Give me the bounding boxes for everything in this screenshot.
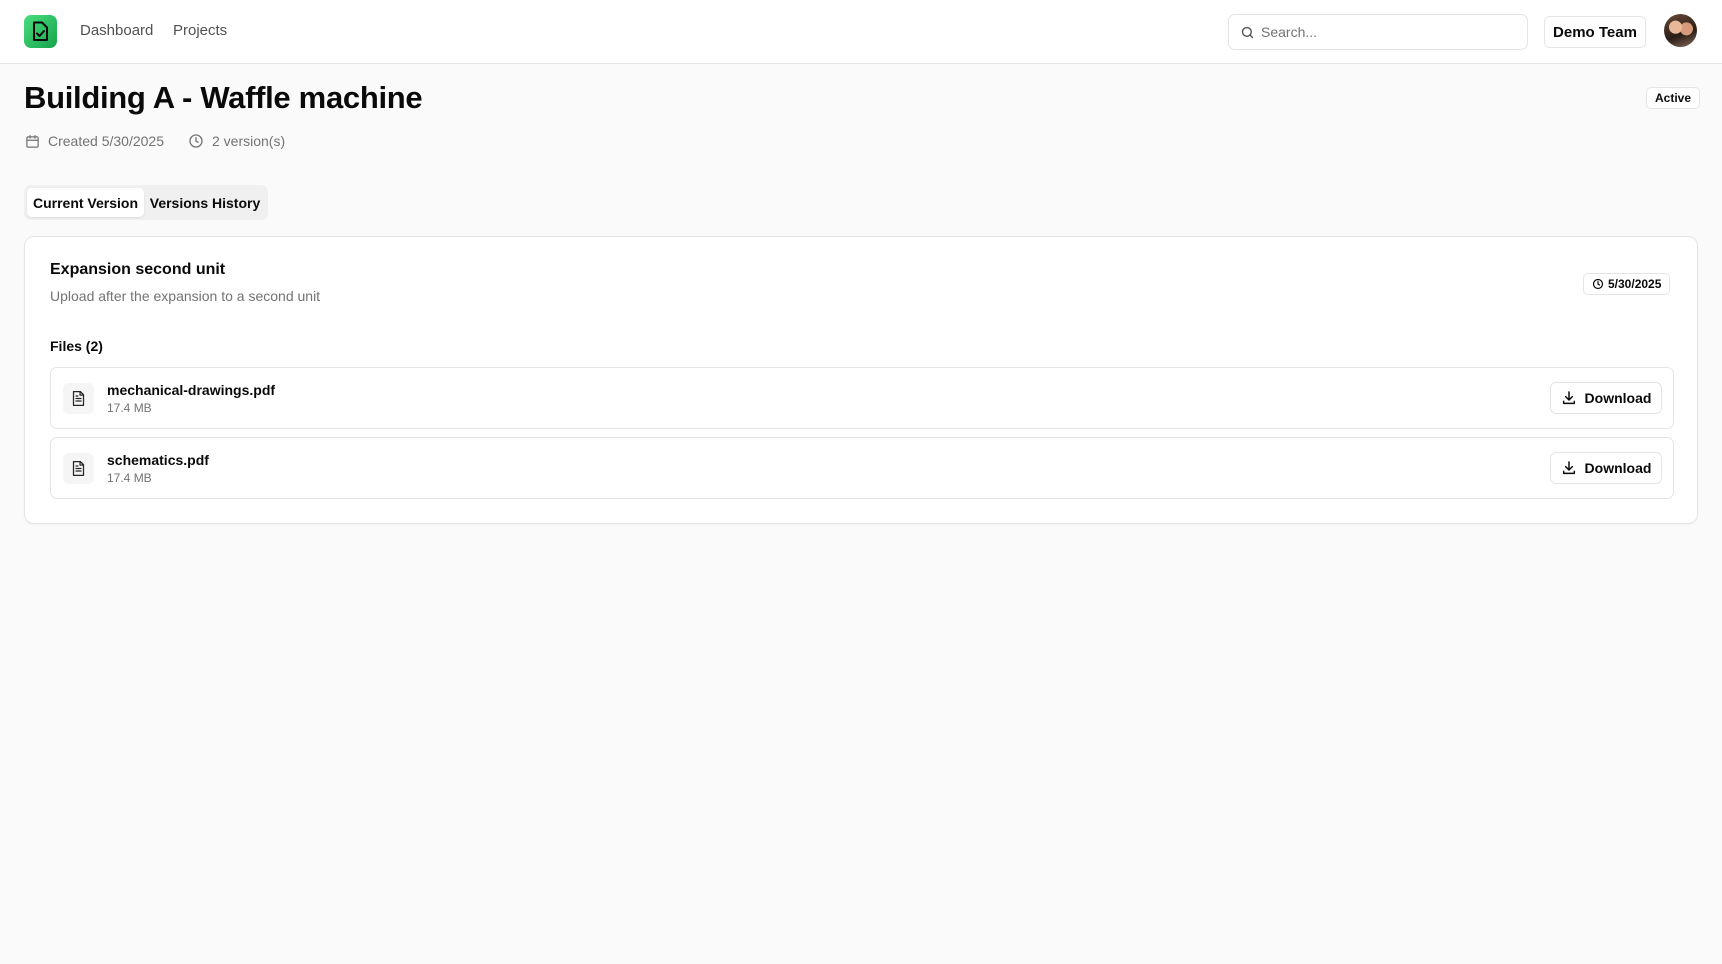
search-input[interactable] [1261, 15, 1521, 49]
current-version-card: Expansion second unit Upload after the e… [24, 236, 1698, 524]
nav-dashboard-link[interactable]: Dashboard [80, 22, 153, 39]
user-avatar[interactable] [1664, 14, 1697, 47]
download-icon [1562, 391, 1575, 405]
tab-current-version[interactable]: Current Version [27, 188, 144, 217]
version-date-badge: 5/30/2025 [1583, 273, 1671, 295]
team-selector-button[interactable]: Demo Team [1544, 16, 1646, 48]
version-title: Expansion second unit [50, 261, 226, 278]
version-tabs: Current Version Versions History [24, 185, 268, 220]
calendar-icon [26, 134, 39, 148]
file-icon-container [63, 383, 94, 414]
search-icon [1241, 26, 1254, 39]
document-check-icon [33, 21, 48, 41]
app-logo[interactable] [24, 15, 57, 48]
file-row: mechanical-drawings.pdf 17.4 MB Download [50, 367, 1674, 429]
file-icon-container [63, 453, 94, 484]
version-count-text: 2 version(s) [212, 133, 286, 149]
download-label: Download [1584, 460, 1652, 476]
file-size: 17.4 MB [107, 401, 152, 415]
file-text-icon [72, 461, 85, 476]
download-label: Download [1584, 390, 1652, 406]
download-button[interactable]: Download [1550, 382, 1662, 414]
file-name: schematics.pdf [107, 452, 209, 468]
clock-icon [189, 134, 203, 148]
top-navigation-bar: Dashboard Projects Demo Team [0, 0, 1722, 64]
files-heading: Files (2) [50, 338, 103, 354]
version-date-text: 5/30/2025 [1608, 277, 1662, 291]
search-box[interactable] [1228, 14, 1528, 50]
download-button[interactable]: Download [1550, 452, 1662, 484]
file-size: 17.4 MB [107, 471, 152, 485]
page-title: Building A - Waffle machine [24, 80, 423, 115]
file-name: mechanical-drawings.pdf [107, 382, 276, 398]
tab-versions-history[interactable]: Versions History [146, 188, 264, 217]
version-count-meta: 2 version(s) [188, 133, 285, 149]
version-description: Upload after the expansion to a second u… [50, 288, 321, 304]
created-date-meta: Created 5/30/2025 [25, 133, 164, 149]
file-row: schematics.pdf 17.4 MB Download [50, 437, 1674, 499]
nav-projects-link[interactable]: Projects [173, 22, 227, 39]
file-text-icon [72, 391, 85, 406]
created-date-text: Created 5/30/2025 [48, 133, 164, 149]
clock-icon [1592, 278, 1604, 290]
download-icon [1562, 461, 1575, 475]
status-badge: Active [1646, 87, 1701, 109]
